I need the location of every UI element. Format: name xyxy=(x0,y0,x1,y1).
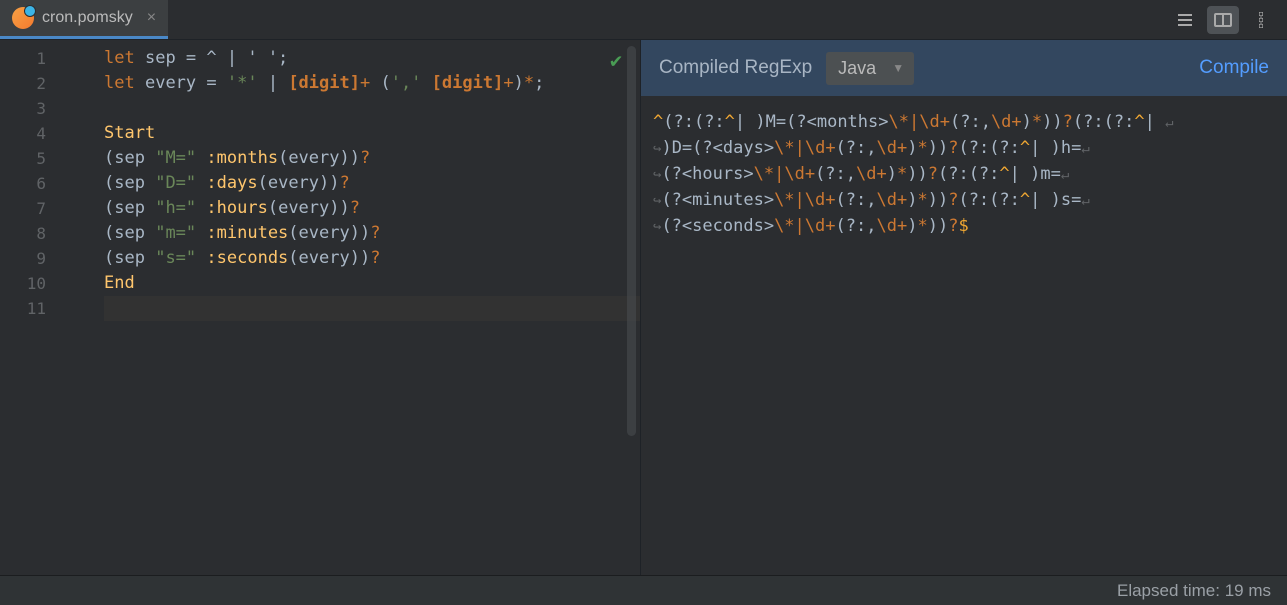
tab-bar: cron.pomsky × xyxy=(0,0,1287,40)
code-line: (sep "m=" :minutes(every))? xyxy=(104,221,640,246)
regex-line: ↪(?<hours>\*|\d+(?:,\d+)*))?(?:(?:^| )m=… xyxy=(653,162,1277,188)
code-line: (sep "h=" :hours(every))? xyxy=(104,196,640,221)
code-editor[interactable]: ✔ let sep = ^ | ' '; let every = '*' | [… xyxy=(60,40,640,575)
scrollbar[interactable] xyxy=(627,46,636,436)
flavor-dropdown[interactable]: Java ▼ xyxy=(826,52,914,85)
tab-group: cron.pomsky × xyxy=(0,0,168,39)
list-view-icon[interactable] xyxy=(1169,6,1201,34)
close-icon[interactable]: × xyxy=(147,9,156,27)
code-line: (sep "D=" :days(every))? xyxy=(104,171,640,196)
code-line: Start xyxy=(104,121,640,146)
line-gutter: 1234567891011 xyxy=(0,40,60,575)
regex-line: ↪(?<minutes>\*|\d+(?:,\d+)*))?(?:(?:^| )… xyxy=(653,188,1277,214)
elapsed-time: Elapsed time: 19 ms xyxy=(1117,581,1271,601)
pomsky-file-icon xyxy=(12,7,34,29)
code-line: let every = '*' | [digit]+ (',' [digit]+… xyxy=(104,71,640,96)
flavor-selected: Java xyxy=(838,58,876,79)
tab-cron-pomsky[interactable]: cron.pomsky × xyxy=(0,0,168,39)
regex-line: ↪(?<seconds>\*|\d+(?:,\d+)*))?$ xyxy=(653,214,1277,240)
toolbar-right xyxy=(1169,6,1287,34)
compile-button[interactable]: Compile xyxy=(1199,57,1269,79)
code-line: let sep = ^ | ' '; xyxy=(104,46,640,71)
code-line xyxy=(104,296,640,321)
status-bar: Elapsed time: 19 ms xyxy=(0,575,1287,605)
tab-filename: cron.pomsky xyxy=(42,9,133,27)
regex-line: ↪)D=(?<days>\*|\d+(?:,\d+)*))?(?:(?:^| )… xyxy=(653,136,1277,162)
main-split: 1234567891011 ✔ let sep = ^ | ' '; let e… xyxy=(0,40,1287,575)
regex-line: ^(?:(?:^| )M=(?<months>\*|\d+(?:,\d+)*))… xyxy=(653,110,1277,136)
chevron-down-icon: ▼ xyxy=(892,61,904,75)
output-header: Compiled RegExp Java ▼ Compile xyxy=(641,40,1287,96)
compiled-regexp-label: Compiled RegExp xyxy=(659,57,812,79)
output-pane: Compiled RegExp Java ▼ Compile ^(?:(?:^|… xyxy=(640,40,1287,575)
split-view-icon[interactable] xyxy=(1207,6,1239,34)
more-menu-icon[interactable] xyxy=(1245,6,1277,34)
code-line: (sep "M=" :months(every))? xyxy=(104,146,640,171)
editor-pane: 1234567891011 ✔ let sep = ^ | ' '; let e… xyxy=(0,40,640,575)
code-line xyxy=(104,96,640,121)
code-line: (sep "s=" :seconds(every))? xyxy=(104,246,640,271)
regex-output[interactable]: ^(?:(?:^| )M=(?<months>\*|\d+(?:,\d+)*))… xyxy=(641,96,1287,575)
code-line: End xyxy=(104,271,640,296)
check-icon: ✔ xyxy=(610,48,622,73)
